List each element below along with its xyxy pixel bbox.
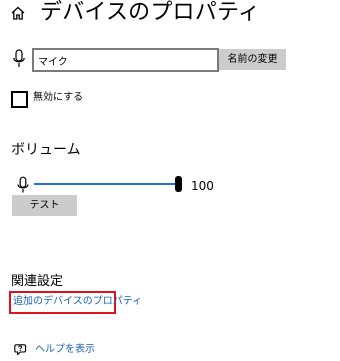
microphone-icon: [17, 176, 29, 193]
disable-checkbox[interactable]: [11, 91, 28, 108]
volume-slider-track[interactable]: [34, 183, 179, 185]
disable-label: 無効にする: [33, 92, 84, 103]
help-chat-icon: [14, 344, 27, 356]
rename-button[interactable]: 名前の変更: [219, 49, 286, 70]
volume-value: 100: [191, 179, 214, 193]
help-link[interactable]: ヘルプを表示: [35, 343, 95, 357]
additional-device-properties-link[interactable]: 追加のデバイスのプロパティ: [13, 296, 142, 308]
device-name-input[interactable]: [32, 48, 219, 72]
page-title: デバイスのプロパティ: [40, 0, 261, 25]
home-icon[interactable]: [10, 5, 26, 21]
related-settings-heading: 関連設定: [11, 274, 64, 289]
volume-slider-thumb[interactable]: [174, 176, 182, 192]
volume-heading: ボリューム: [11, 142, 81, 158]
test-button[interactable]: テスト: [12, 195, 77, 216]
microphone-icon: [13, 49, 25, 67]
